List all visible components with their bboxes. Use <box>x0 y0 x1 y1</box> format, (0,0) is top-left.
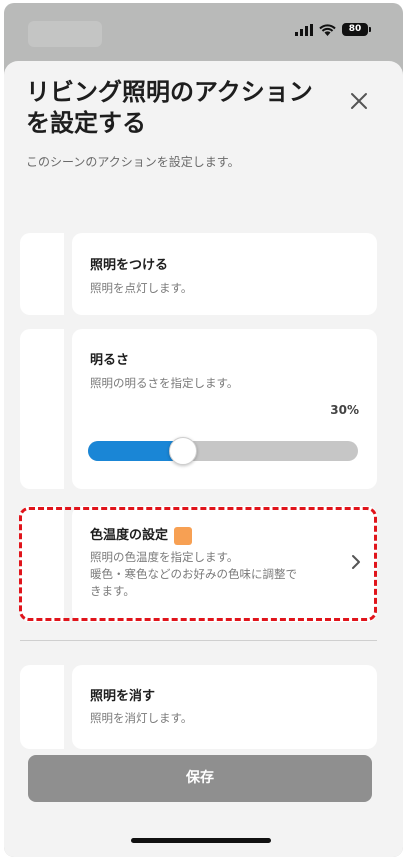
action-description: 照明を消灯します。 <box>90 711 193 725</box>
action-title: 明るさ <box>90 353 130 368</box>
phone-screen: 80 リビング照明のアクションを設定する このシーンのアクションを設定します。 … <box>4 3 403 857</box>
brightness-value: 30% <box>330 403 359 417</box>
status-time-blur <box>28 21 102 47</box>
action-card-light-off[interactable]: 照明を消す 照明を消灯します。 <box>72 665 377 749</box>
battery-icon: 80 <box>342 23 371 36</box>
action-description: 照明の色温度を指定します。 暖色・寒色などのお好みの色味に調整で きます。 <box>90 549 360 600</box>
chevron-right-icon <box>352 555 360 569</box>
description-line: 暖色・寒色などのお好みの色味に調整で <box>90 567 297 581</box>
action-card-color-temperature[interactable]: 色温度の設定 照明の色温度を指定します。 暖色・寒色などのお好みの色味に調整で … <box>72 506 377 622</box>
status-bar: 80 <box>4 3 403 61</box>
sheet-title: リビング照明のアクションを設定する <box>26 78 313 137</box>
battery-level: 80 <box>342 23 368 36</box>
description-line: きます。 <box>90 584 135 598</box>
status-icons: 80 <box>295 23 371 36</box>
action-card-light-on[interactable]: 照明をつける 照明を点灯します。 <box>72 233 377 315</box>
sheet-subtitle: このシーンのアクションを設定します。 <box>26 155 240 169</box>
slider-thumb[interactable] <box>169 437 197 465</box>
brightness-slider[interactable] <box>88 437 358 465</box>
color-temperature-title: 色温度の設定 <box>90 528 169 543</box>
action-title: 照明を消す <box>90 689 156 704</box>
signal-icon <box>295 23 313 36</box>
close-icon[interactable] <box>345 87 373 115</box>
action-card-brightness: 明るさ 照明の明るさを指定します。 30% <box>72 329 377 489</box>
color-swatch <box>174 526 193 545</box>
home-indicator <box>131 838 271 843</box>
action-description: 照明を点灯します。 <box>90 281 193 295</box>
action-thumbnail <box>20 506 64 622</box>
action-settings-sheet: リビング照明のアクションを設定する このシーンのアクションを設定します。 照明を… <box>4 61 403 857</box>
action-thumbnail <box>20 233 64 315</box>
action-title: 照明をつける <box>90 258 169 273</box>
action-thumbnail <box>20 329 64 489</box>
description-line: 照明の色温度を指定します。 <box>90 550 239 564</box>
action-title: 色温度の設定 <box>90 524 193 545</box>
divider <box>20 640 377 641</box>
action-thumbnail <box>20 665 64 749</box>
wifi-icon <box>319 23 336 36</box>
action-description: 照明の明るさを指定します。 <box>90 376 239 390</box>
save-button[interactable]: 保存 <box>28 755 372 802</box>
